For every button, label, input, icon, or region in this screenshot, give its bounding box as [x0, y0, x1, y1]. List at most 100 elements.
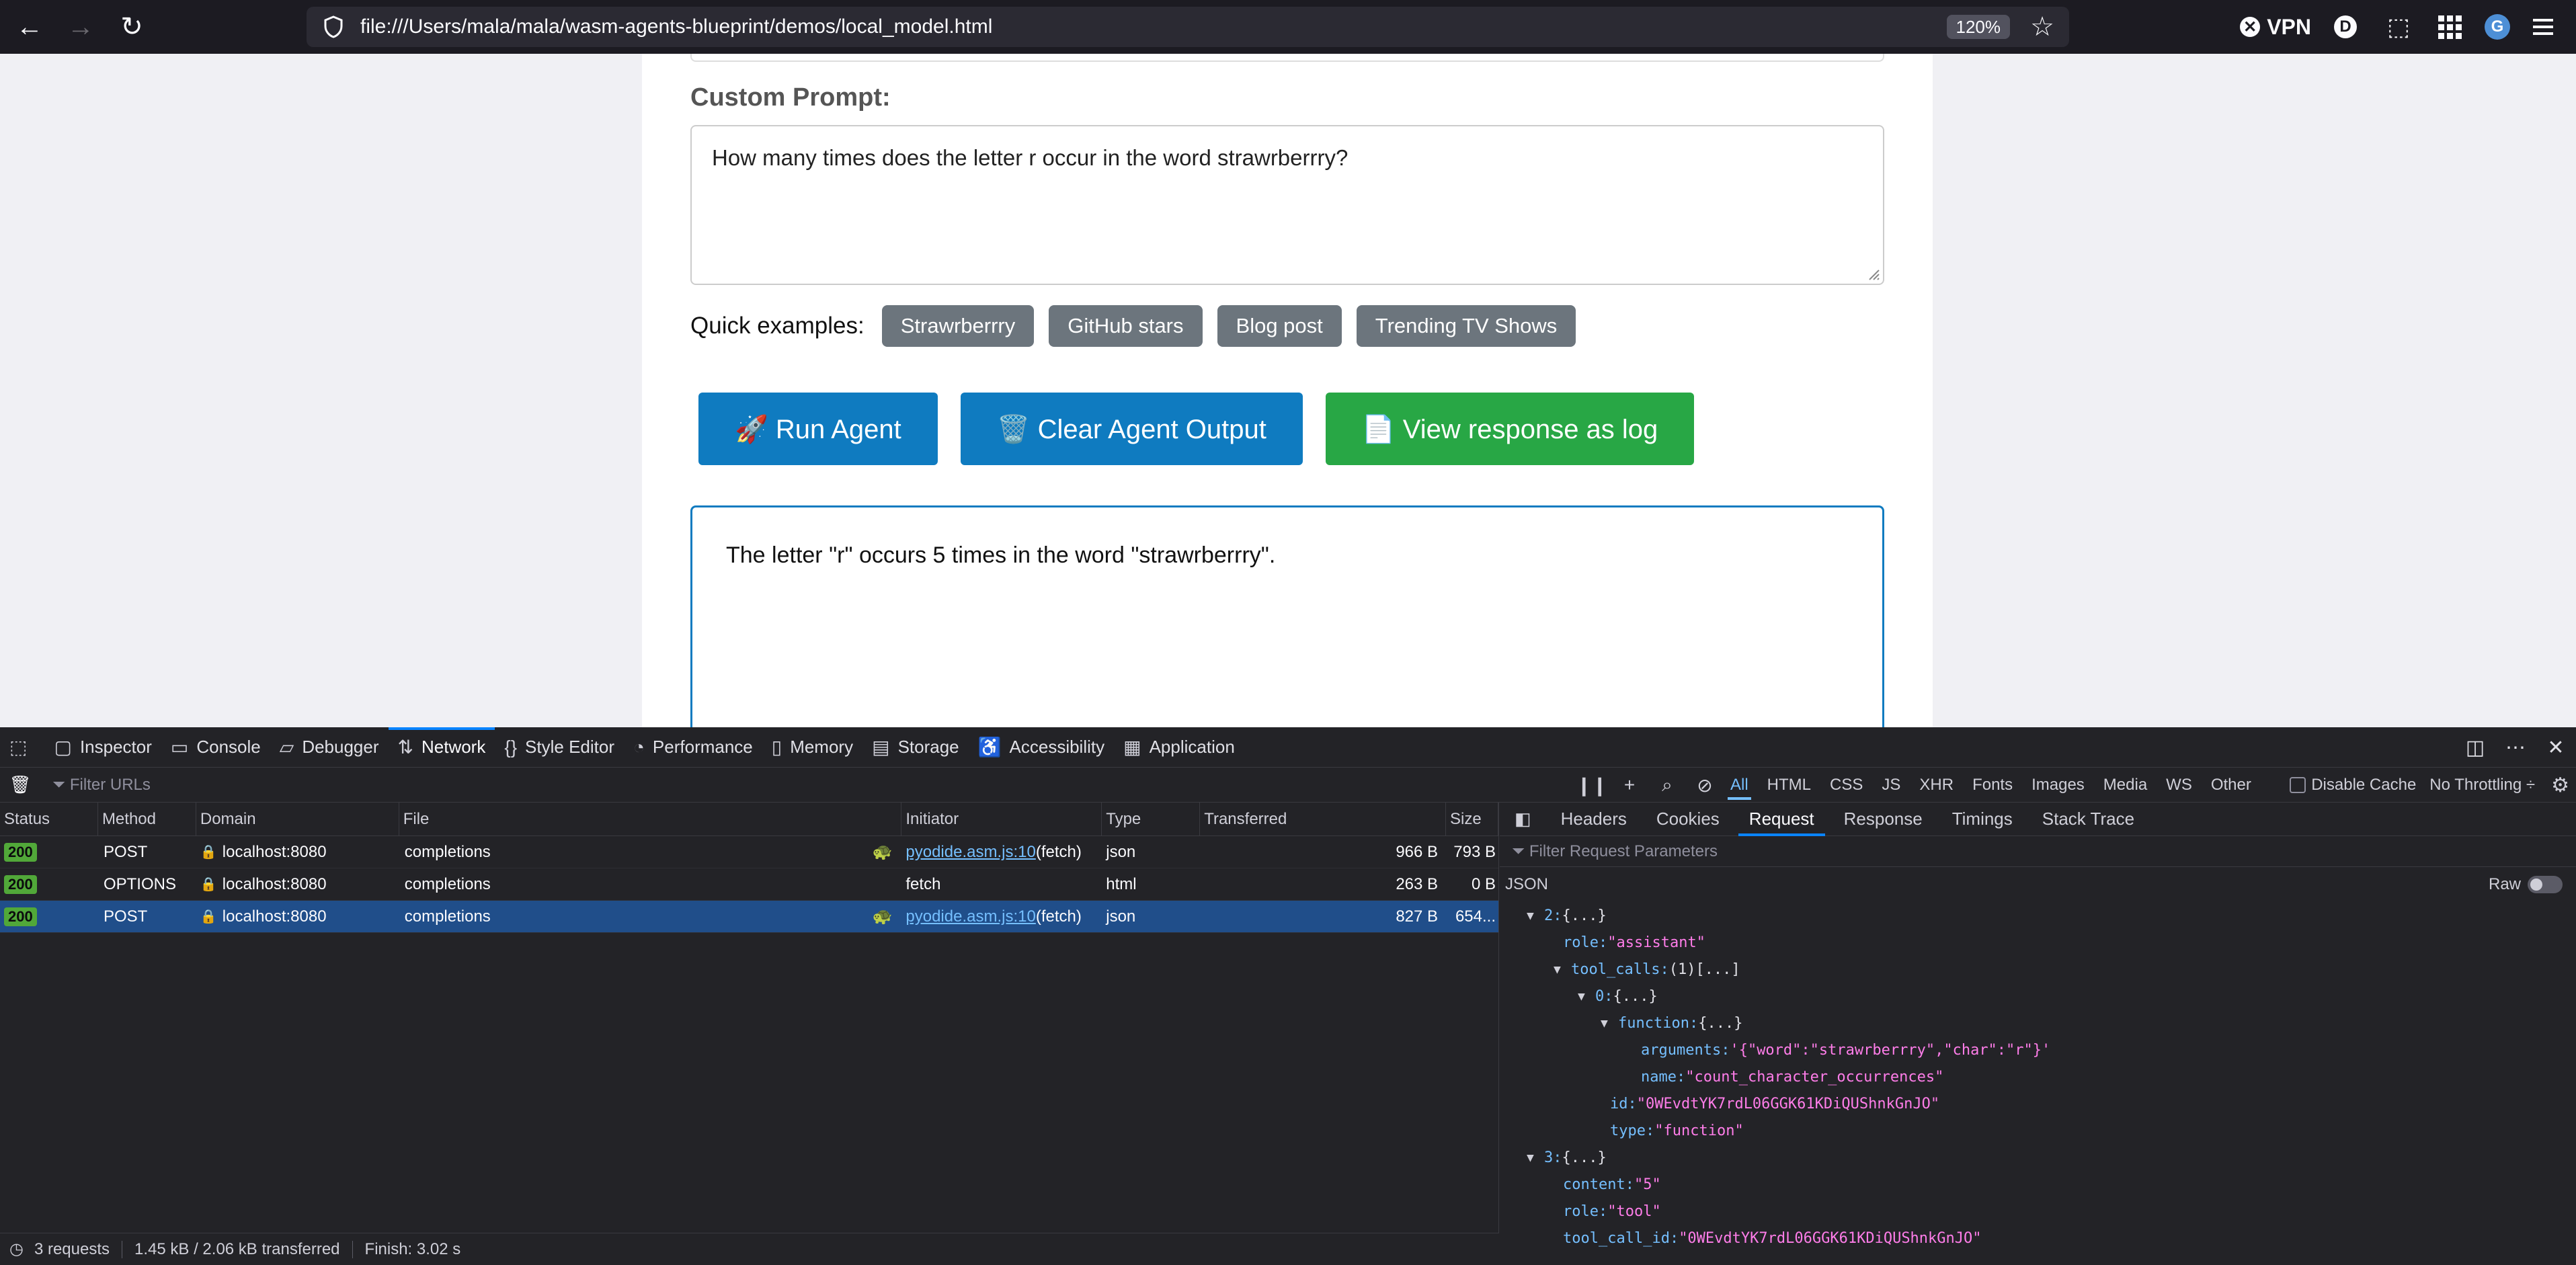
url-bar[interactable]: file:///Users/mala/mala/wasm-agents-blue…	[307, 7, 2069, 47]
type-filter-xhr[interactable]: XHR	[1910, 768, 1963, 803]
clear-output-button[interactable]: 🗑️ Clear Agent Output	[960, 393, 1303, 465]
zoom-level-badge[interactable]: 120%	[1946, 15, 2010, 39]
filter-urls-input[interactable]: ⏷ Filter URLs	[52, 776, 151, 794]
profile-icon[interactable]: G	[2485, 14, 2510, 40]
example-github-stars-button[interactable]: GitHub stars	[1049, 305, 1203, 347]
col-domain[interactable]: Domain	[196, 803, 399, 836]
col-method[interactable]: Method	[98, 803, 196, 836]
json-section-header[interactable]: JSON Raw	[1500, 867, 2576, 902]
expand-triangle-icon[interactable]: ▼	[1554, 963, 1571, 977]
tab-cookies[interactable]: Cookies	[1642, 803, 1734, 836]
type-filter-fonts[interactable]: Fonts	[1963, 768, 2022, 803]
raw-switch[interactable]	[2528, 876, 2563, 893]
col-status[interactable]: Status	[0, 803, 98, 836]
tab-memory[interactable]: ▯ Memory	[762, 727, 862, 768]
json-tree-line[interactable]: ▼ tool_calls: (1)[...]	[1500, 956, 2576, 983]
json-value: "0WEvdtYK7rdL06GGK61KDiQUShnkGnJO"	[1679, 1229, 1982, 1247]
extensions-icon[interactable]: ⬚	[2382, 11, 2415, 43]
account-avatar[interactable]: D	[2334, 15, 2357, 38]
col-size[interactable]: Size	[1446, 803, 1498, 836]
initiator-link[interactable]: pyodide.asm.js:10	[905, 843, 1035, 862]
tab-headers[interactable]: Headers	[1546, 803, 1642, 836]
type-filter-ws[interactable]: WS	[2157, 768, 2202, 803]
tab-console[interactable]: ▭ Console	[161, 727, 270, 768]
pause-icon[interactable]: ❙❙	[1573, 774, 1611, 797]
tab-stack-trace[interactable]: Stack Trace	[2027, 803, 2149, 836]
tab-accessibility[interactable]: ♿ Accessibility	[969, 727, 1114, 768]
table-row[interactable]: 200 POST 🔒 localhost:8080 completions 🐢 py…	[0, 901, 1498, 933]
json-tree-line[interactable]: ▼ function: {...}	[1500, 1010, 2576, 1036]
example-strawrberrry-button[interactable]: Strawrberrry	[881, 305, 1035, 347]
performance-icon: ◔	[633, 736, 645, 758]
settings-gear-icon[interactable]: ⚙	[2551, 774, 2569, 797]
initiator-link[interactable]: pyodide.asm.js:10	[905, 907, 1035, 926]
tab-request[interactable]: Request	[1734, 803, 1829, 836]
type-filter-all[interactable]: All	[1721, 768, 1758, 803]
table-row[interactable]: 200 OPTIONS 🔒 localhost:8080 completions …	[0, 868, 1498, 901]
type-filter-js[interactable]: JS	[1872, 768, 1910, 803]
tab-debugger[interactable]: ▱ Debugger	[270, 727, 389, 768]
col-transferred[interactable]: Transferred	[1200, 803, 1447, 836]
disable-cache-checkbox[interactable]	[2290, 777, 2306, 793]
toggle-sidebar-icon[interactable]: ◧	[1500, 803, 1546, 836]
size-cell: 0 B	[1471, 874, 1496, 893]
json-tree-line[interactable]: ▼ 3: {...}	[1500, 1144, 2576, 1171]
method-cell: POST	[103, 907, 148, 926]
example-blog-post-button[interactable]: Blog post	[1217, 305, 1342, 347]
example-trending-tv-button[interactable]: Trending TV Shows	[1356, 305, 1576, 347]
table-row[interactable]: 200 POST 🔒 localhost:8080 completions 🐢 py…	[0, 836, 1498, 868]
col-file[interactable]: File	[399, 803, 902, 836]
vpn-off-icon: ✕	[2240, 17, 2261, 37]
tab-network[interactable]: ⇅ Network	[388, 727, 495, 768]
view-log-button[interactable]: 📄 View response as log	[1325, 393, 1695, 465]
json-tree-line[interactable]: ▼ 2: {...}	[1500, 902, 2576, 929]
tab-application[interactable]: ▦ Application	[1114, 727, 1244, 768]
filter-request-params-input[interactable]: ⏷ Filter Request Parameters	[1500, 836, 2576, 867]
more-options-icon[interactable]: ⋯	[2495, 736, 2536, 760]
apps-grid-icon[interactable]	[2433, 11, 2466, 43]
close-devtools-icon[interactable]: ✕	[2536, 736, 2576, 760]
type-filter-css[interactable]: CSS	[1820, 768, 1872, 803]
col-type[interactable]: Type	[1102, 803, 1201, 836]
shield-icon	[320, 13, 347, 40]
tab-response[interactable]: Response	[1829, 803, 1937, 836]
json-tree-line: arguments: '{"word":"strawrberrry","char…	[1500, 1036, 2576, 1063]
type-filter-html[interactable]: HTML	[1758, 768, 1820, 803]
tab-inspector[interactable]: ▢ Inspector	[44, 727, 161, 768]
type-filter-images[interactable]: Images	[2022, 768, 2094, 803]
col-initiator[interactable]: Initiator	[901, 803, 1102, 836]
debugger-icon: ▱	[279, 737, 294, 758]
custom-prompt-textarea[interactable]: How many times does the letter r occur i…	[690, 125, 1884, 285]
run-agent-button[interactable]: 🚀 Run Agent	[698, 393, 938, 465]
disable-cache-label: Disable Cache	[2311, 776, 2417, 794]
bookmark-star-icon[interactable]: ☆	[2027, 12, 2057, 42]
type-filter-media[interactable]: Media	[2094, 768, 2157, 803]
raw-toggle[interactable]: Raw	[2489, 875, 2563, 894]
dock-side-icon[interactable]: ◫	[2455, 736, 2495, 760]
expand-triangle-icon[interactable]: ▼	[1527, 1151, 1544, 1165]
method-cell: OPTIONS	[103, 874, 176, 893]
type-filter-other[interactable]: Other	[2202, 768, 2261, 803]
back-button[interactable]: ←	[8, 5, 51, 48]
expand-triangle-icon[interactable]: ▼	[1601, 1016, 1618, 1030]
tab-storage[interactable]: ▤ Storage	[862, 727, 969, 768]
block-icon[interactable]: ⊘	[1686, 774, 1724, 797]
tab-timings[interactable]: Timings	[1937, 803, 2027, 836]
reload-button[interactable]: ↻	[110, 5, 153, 48]
json-tree-line[interactable]: ▼ 0: {...}	[1500, 983, 2576, 1010]
forward-button[interactable]: →	[59, 5, 102, 48]
add-icon[interactable]: +	[1611, 774, 1648, 796]
search-icon[interactable]: ⌕	[1648, 774, 1686, 797]
tab-style-editor[interactable]: {} Style Editor	[495, 727, 624, 768]
throttling-select[interactable]: No Throttling ÷	[2429, 776, 2535, 794]
menu-hamburger-icon[interactable]	[2533, 19, 2553, 35]
expand-triangle-icon[interactable]: ▼	[1527, 909, 1544, 923]
reload-icon: ↻	[120, 12, 143, 42]
json-summary: {...}	[1562, 907, 1607, 924]
vpn-button[interactable]: ✕ VPN	[2240, 15, 2311, 40]
element-picker-button[interactable]: ⬚	[0, 727, 44, 768]
tab-performance[interactable]: ◔ Performance	[624, 727, 762, 768]
expand-triangle-icon[interactable]: ▼	[1578, 989, 1595, 1004]
resize-handle-icon[interactable]	[1864, 265, 1880, 281]
clear-requests-icon[interactable]: 🗑	[0, 774, 40, 795]
